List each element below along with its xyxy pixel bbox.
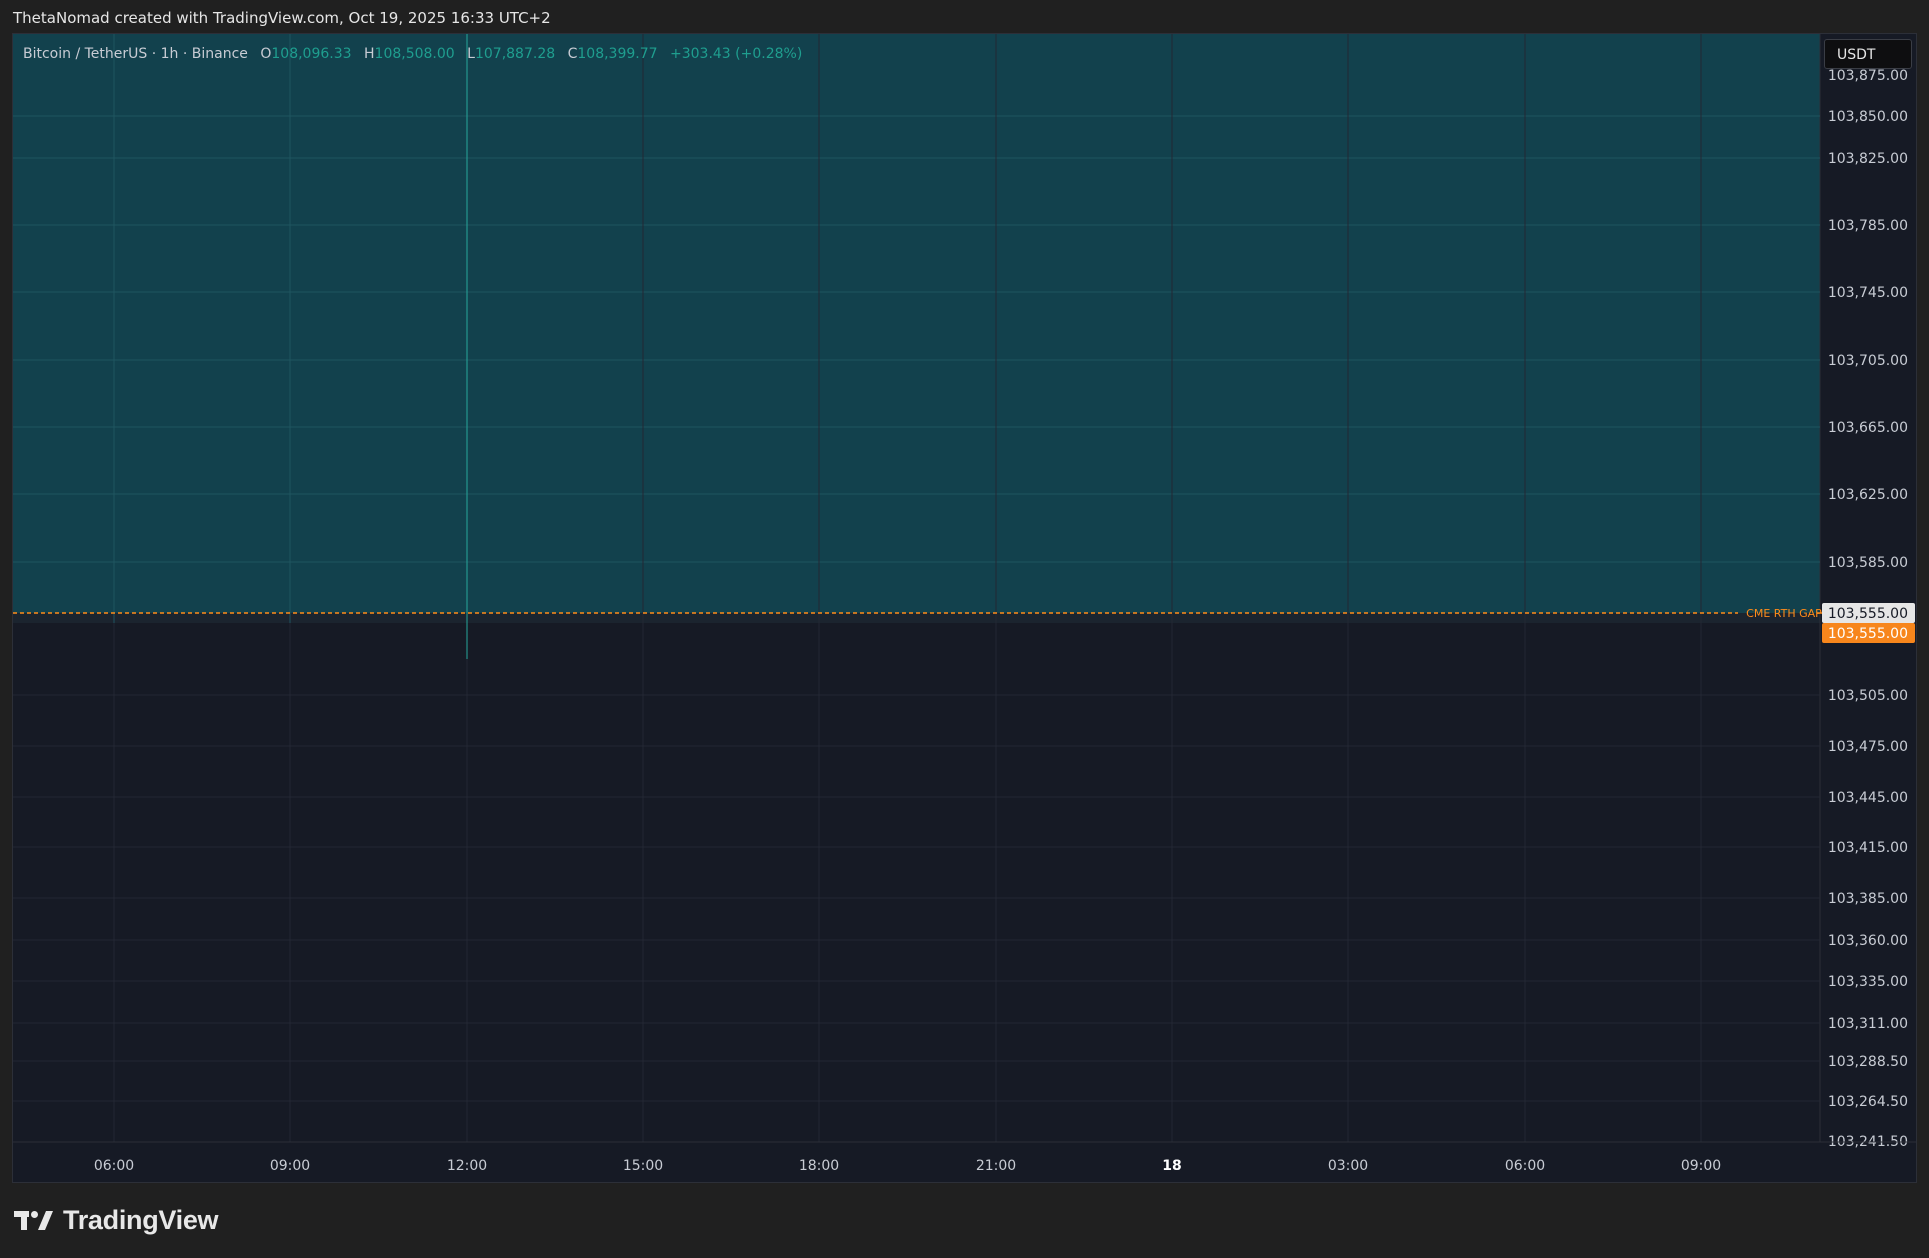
x-tick-label: 15:00 bbox=[623, 1158, 663, 1174]
y-tick-label: 103,625.00 bbox=[1828, 487, 1908, 503]
close-value: 108,399.77 bbox=[577, 46, 658, 62]
open-value: 108,096.33 bbox=[271, 46, 352, 62]
chart-panel[interactable]: 103,850.00 103,825.00 103,785.00 103,745.00… bbox=[12, 33, 1917, 1183]
shaded-zone bbox=[13, 34, 1820, 613]
x-tick-label: 06:00 bbox=[1505, 1158, 1545, 1174]
high-value: 108,508.00 bbox=[374, 46, 455, 62]
symbol-legend: Bitcoin / TetherUS · 1h · Binance O108,0… bbox=[23, 46, 802, 62]
close-label: C bbox=[567, 46, 578, 62]
change-value: +303.43 (+0.28%) bbox=[670, 46, 803, 62]
cme-rth-gap-label: CME RTH GAP bbox=[1746, 607, 1822, 620]
y-tick-label: 103,360.00 bbox=[1828, 933, 1908, 949]
y-tick-label: 103,264.50 bbox=[1828, 1094, 1908, 1110]
x-tick-label: 06:00 bbox=[94, 1158, 134, 1174]
tradingview-brand-text: TradingView bbox=[63, 1205, 219, 1235]
y-tick-label-partial: 103,875.00 bbox=[1828, 68, 1908, 84]
currency-selector[interactable]: USDT bbox=[1824, 39, 1912, 69]
y-tick-label: 103,311.00 bbox=[1828, 1016, 1908, 1032]
y-tick-label: 103,745.00 bbox=[1828, 285, 1908, 301]
y-tick-label: 103,850.00 bbox=[1828, 109, 1908, 125]
y-tick-label: 103,445.00 bbox=[1828, 790, 1908, 806]
y-tick-label: 103,585.00 bbox=[1828, 555, 1908, 571]
open-label: O bbox=[260, 46, 272, 62]
tradingview-logo[interactable]: TradingView bbox=[14, 1205, 219, 1236]
price-tag-light-label: 103,555.00 bbox=[1828, 606, 1908, 622]
x-tick-label: 21:00 bbox=[976, 1158, 1016, 1174]
price-tag-orange-label: 103,555.00 bbox=[1828, 626, 1908, 642]
x-tick-label: 09:00 bbox=[270, 1158, 310, 1174]
y-tick-label: 103,385.00 bbox=[1828, 891, 1908, 907]
y-tick-label: 103,825.00 bbox=[1828, 151, 1908, 167]
symbol-title[interactable]: Bitcoin / TetherUS · 1h · Binance bbox=[23, 46, 248, 62]
chart-canvas[interactable]: 103,850.00 103,825.00 103,785.00 103,745.00… bbox=[13, 34, 1917, 1183]
y-tick-label: 103,785.00 bbox=[1828, 218, 1908, 234]
low-value: 107,887.28 bbox=[474, 46, 556, 62]
x-tick-label: 03:00 bbox=[1328, 1158, 1368, 1174]
low-label: L bbox=[467, 46, 475, 62]
shaded-zone-edge bbox=[13, 613, 1820, 623]
y-tick-label: 103,335.00 bbox=[1828, 974, 1908, 990]
chart-attribution: ThetaNomad created with TradingView.com,… bbox=[13, 9, 551, 27]
x-tick-label: 18:00 bbox=[799, 1158, 839, 1174]
y-tick-label: 103,288.50 bbox=[1828, 1054, 1908, 1070]
tradingview-logo-icon bbox=[14, 1210, 53, 1230]
y-tick-label: 103,475.00 bbox=[1828, 739, 1908, 755]
y-tick-label: 103,415.00 bbox=[1828, 840, 1908, 856]
y-tick-label: 103,665.00 bbox=[1828, 420, 1908, 436]
y-tick-label: 103,705.00 bbox=[1828, 353, 1908, 369]
high-label: H bbox=[364, 46, 375, 62]
y-tick-label: 103,505.00 bbox=[1828, 688, 1908, 704]
x-tick-label: 12:00 bbox=[447, 1158, 487, 1174]
x-tick-label: 18 bbox=[1162, 1158, 1181, 1174]
x-tick-label: 09:00 bbox=[1681, 1158, 1721, 1174]
